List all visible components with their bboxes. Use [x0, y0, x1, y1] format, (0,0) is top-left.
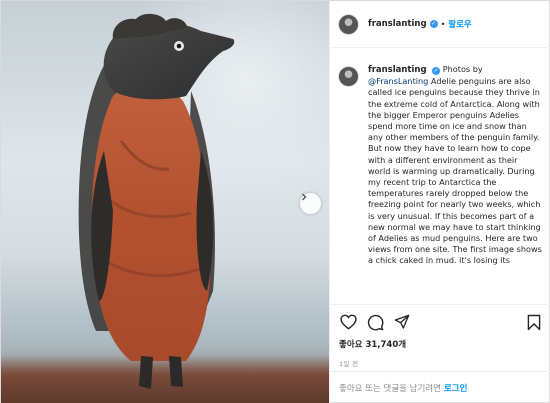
action-bar	[330, 305, 550, 339]
header-username[interactable]: franslanting	[368, 19, 427, 29]
caption-mention-link[interactable]: @FransLanting	[368, 76, 428, 86]
caption-body: Adelie penguins are also called ice peng…	[368, 76, 542, 266]
separator-dot: •	[440, 19, 446, 29]
login-prompt-text: 좋아요 또는 댓글을 남기려면	[339, 384, 441, 394]
like-button[interactable]	[339, 313, 357, 331]
penguin-chick-image	[78, 13, 235, 389]
login-prompt-bar: 좋아요 또는 댓글을 남기려면 로그인	[330, 371, 550, 403]
save-button[interactable]	[525, 313, 543, 331]
caption-area: franslanting ✓ Photos by @FransLanting A…	[330, 48, 550, 304]
likes-count[interactable]: 좋아요 31,740개	[330, 339, 550, 352]
post-sidebar: franslanting ✓ • 팔로우 franslanting ✓ Phot…	[329, 1, 550, 403]
comment-button[interactable]	[366, 313, 384, 331]
caption-verified-badge-icon: ✓	[432, 67, 441, 75]
heart-icon	[339, 314, 357, 330]
share-button[interactable]	[393, 313, 411, 331]
likes-label: 좋아요	[339, 340, 363, 350]
caption-intro: Photos by	[442, 64, 483, 74]
instagram-post: franslanting ✓ • 팔로우 franslanting ✓ Phot…	[0, 0, 550, 403]
next-image-button[interactable]	[300, 193, 321, 214]
post-photo[interactable]	[1, 1, 329, 403]
caption-username[interactable]: franslanting	[368, 65, 427, 75]
chevron-right-icon	[302, 193, 307, 201]
bookmark-icon	[527, 314, 541, 330]
paper-plane-icon	[394, 314, 410, 329]
avatar[interactable]	[338, 13, 359, 35]
post-actions-section: 좋아요 31,740개 1일 전	[330, 304, 550, 368]
caption-avatar[interactable]	[338, 66, 359, 87]
likes-number: 31,740개	[365, 340, 407, 350]
verified-badge-icon: ✓	[429, 20, 438, 28]
post-date[interactable]: 1일 전	[330, 358, 550, 368]
comment-icon	[367, 314, 383, 330]
post-header: franslanting ✓ • 팔로우	[330, 1, 550, 48]
caption-text: franslanting ✓ Photos by @FransLanting A…	[368, 64, 542, 304]
follow-button[interactable]: 팔로우	[448, 18, 471, 30]
login-link[interactable]: 로그인	[444, 382, 467, 394]
